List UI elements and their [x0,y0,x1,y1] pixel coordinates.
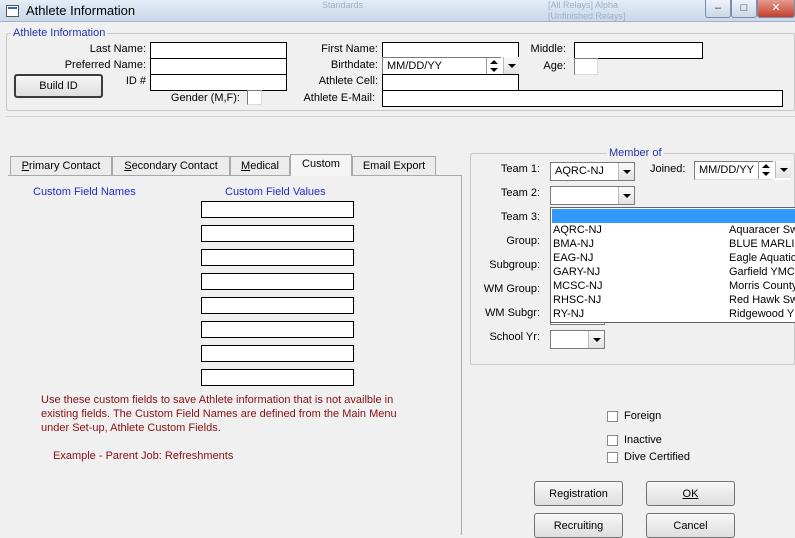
window-title: Athlete Information [26,3,136,18]
dropdown-option-name[interactable]: Morris County [729,280,795,294]
id-label: ID # [125,75,146,87]
gender-label: Gender (M,F): [170,92,240,104]
wm-group-label: WM Group: [483,283,540,295]
last-name-field[interactable] [150,42,287,59]
help-text-line: under Set-up, Athlete Custom Fields. [41,422,221,434]
dropdown-option-code[interactable]: GARY-NJ [553,266,600,280]
preferred-name-label: Preferred Name: [64,59,146,71]
middle-field[interactable] [574,42,703,59]
registration-button[interactable]: Registration [534,481,623,506]
team1-combo[interactable]: AQRC-NJ [550,162,635,181]
ok-button[interactable]: OK [646,481,735,506]
help-text-line: Use these custom fields to save Athlete … [41,394,394,406]
custom-value-8[interactable] [201,369,354,386]
dropdown-option-code[interactable]: BMA-NJ [553,238,594,252]
foreign-label: Foreign [624,410,662,422]
custom-field-names-header: Custom Field Names [33,186,136,198]
dive-certified-label: Dive Certified [624,451,691,463]
dropdown-option-code[interactable]: EAG-NJ [553,252,593,266]
inactive-checkbox[interactable] [607,435,618,446]
joined-label: Joined: [650,163,686,175]
group-label: Group: [506,235,540,247]
id-field[interactable] [150,74,287,91]
subgroup-label: Subgroup: [489,259,540,271]
custom-value-6[interactable] [201,321,354,338]
member-of-legend: Member of [607,147,664,159]
dropdown-option-name[interactable]: Garfield YMCA [729,266,795,280]
school-yr-combo[interactable] [550,330,605,349]
build-id-button[interactable]: Build ID [14,74,103,98]
tab-custom[interactable]: Custom [290,154,352,176]
custom-value-3[interactable] [201,249,354,266]
background-ghost-text: Standards [322,0,364,10]
preferred-name-field[interactable] [150,58,287,75]
athlete-email-label: Athlete E-Mail: [303,92,375,104]
birthdate-value: MM/DD/YY [387,60,442,72]
joined-dropdown[interactable] [773,161,791,180]
app-icon [6,5,19,17]
dropdown-option-name[interactable]: BLUE MARLIN [729,238,795,252]
tab-primary-contact[interactable]: Primary Contact [10,156,112,175]
joined-spin-icon[interactable] [758,162,772,179]
example-text: Example - Parent Job: Refreshments [53,450,234,462]
middle-label: Middle: [530,43,566,55]
chevron-down-icon [503,57,519,74]
athlete-cell-field[interactable] [382,74,519,91]
inactive-label: Inactive [624,434,662,446]
tab-medical[interactable]: Medical [230,156,290,175]
team1-label: Team 1: [500,163,540,175]
custom-value-2[interactable] [201,225,354,242]
separator [6,116,795,117]
background-ghost-text: [All Relays] Alpha [548,0,619,10]
athlete-info-legend: Athlete Information [11,27,108,39]
chevron-down-icon [618,163,634,180]
dive-certified-checkbox[interactable] [607,452,618,463]
custom-value-4[interactable] [201,273,354,290]
last-name-label: Last Name: [89,43,146,55]
cancel-button[interactable]: Cancel [646,513,735,538]
team2-combo[interactable] [550,186,635,205]
custom-value-5[interactable] [201,297,354,314]
gender-field[interactable] [247,90,262,105]
birthdate-label: Birthdate: [330,59,378,71]
background-ghost-text: [Unfinished Relays] [548,11,626,21]
dropdown-option-name[interactable]: Red Hawk Sw [729,294,795,308]
minimize-button[interactable]: – [705,0,731,18]
tab-email-export[interactable]: Email Export [352,156,436,175]
team-dropdown-list[interactable]: AQRC-NJ Aquaracer Sw BMA-NJ BLUE MARLIN … [550,207,795,323]
foreign-checkbox[interactable] [607,411,618,422]
team1-value: AQRC-NJ [555,165,604,177]
chevron-down-icon [775,161,791,178]
dropdown-option-name[interactable]: Aquaracer Sw [729,224,795,238]
chevron-down-icon [588,331,604,348]
close-button[interactable]: ✕ [757,0,795,18]
dropdown-option-code[interactable]: RY-NJ [553,308,584,322]
team2-label: Team 2: [500,187,540,199]
athlete-email-field[interactable] [382,90,783,107]
athlete-cell-label: Athlete Cell: [318,75,378,87]
custom-value-1[interactable] [201,201,354,218]
dropdown-option-name[interactable]: Ridgewood Y [729,308,794,322]
wm-subgr-label: WM Subgr: [484,307,540,319]
custom-field-values-header: Custom Field Values [225,186,326,198]
joined-value: MM/DD/YY [699,164,754,176]
age-field [574,58,598,75]
joined-date-picker[interactable]: MM/DD/YY [694,161,791,180]
birthdate-spin-icon[interactable] [486,58,500,75]
dropdown-option-name[interactable]: Eagle Aquatic [729,252,795,266]
first-name-label: First Name: [321,43,378,55]
custom-value-7[interactable] [201,345,354,362]
age-label: Age: [543,60,566,72]
recruiting-button[interactable]: Recruiting [534,513,623,538]
chevron-down-icon [618,187,634,204]
help-text-line: existing fields. The Custom Field Names … [41,408,397,420]
maximize-button[interactable]: □ [731,0,757,18]
team3-label: Team 3: [500,211,540,223]
dropdown-option-code[interactable]: RHSC-NJ [553,294,601,308]
dropdown-option-code[interactable]: AQRC-NJ [553,224,602,238]
dropdown-option-code[interactable]: MCSC-NJ [553,280,603,294]
dropdown-highlight-row[interactable] [552,209,795,223]
tab-secondary-contact[interactable]: Secondary Contact [112,156,230,175]
school-yr-label: School Yr: [489,331,540,343]
